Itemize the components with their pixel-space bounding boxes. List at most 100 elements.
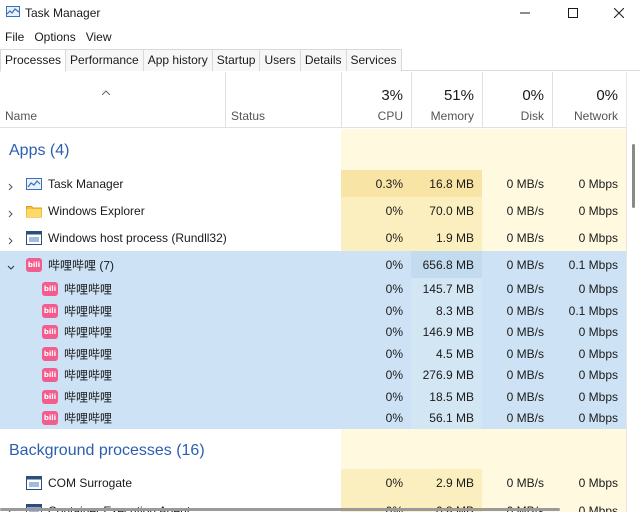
cpu-total-percent: 3% (381, 87, 403, 104)
disk-value: 0 MB/s (506, 411, 544, 425)
group-label-apps: Apps (4) (9, 142, 70, 159)
process-name: 哔哩哔哩 (64, 347, 113, 361)
task-manager-icon (26, 177, 42, 191)
column-disk-label: Disk (520, 109, 544, 123)
disk-value: 0 MB/s (506, 282, 544, 296)
menu-file[interactable]: File (0, 28, 29, 46)
tab-processes[interactable]: Processes (0, 49, 67, 72)
disk-value: 0 MB/s (506, 325, 544, 339)
bilibili-icon: bili (42, 389, 58, 404)
network-total-percent: 0% (596, 87, 618, 104)
process-row[interactable]: 0% 2.9 MB 0 MB/s 0 Mbps COM Surrogate (0, 469, 626, 497)
tab-performance[interactable]: Performance (65, 49, 144, 71)
memory-value: 145.7 MB (422, 282, 474, 296)
network-value: 0 Mbps (578, 325, 618, 339)
memory-total-percent: 51% (443, 87, 474, 104)
memory-value: 70.0 MB (429, 203, 474, 218)
process-name: 哔哩哔哩 (64, 411, 113, 426)
disk-value: 0 MB/s (506, 389, 544, 404)
group-label-background: Background processes (16) (9, 442, 205, 459)
network-value: 0 Mbps (578, 476, 618, 490)
bilibili-icon: bili (42, 325, 58, 339)
horizontal-scrollbar[interactable] (0, 506, 626, 512)
chevron-down-icon[interactable] (7, 261, 15, 270)
disk-value: 0 MB/s (506, 476, 544, 490)
process-name: 哔哩哔哩 (64, 368, 113, 383)
tab-app-history[interactable]: App history (142, 49, 213, 71)
bilibili-icon: bili (26, 257, 42, 272)
maximize-button[interactable] (550, 0, 596, 26)
process-table: Apps (4) 0.3% 16.8 MB 0 MB/s 0 Mbps Task… (0, 129, 626, 512)
window-icon (26, 476, 42, 490)
group-header-background[interactable]: Background processes (16) (0, 429, 626, 469)
child-process-row[interactable]: 0% 56.1 MB 0 MB/s 0 Mbps bili 哔哩哔哩 (0, 407, 626, 429)
cpu-value: 0% (385, 389, 403, 404)
menu-bar: File Options View (0, 28, 117, 46)
process-row-selected[interactable]: 0% 656.8 MB 0 MB/s 0.1 Mbps bili 哔哩哔哩 (7… (0, 251, 626, 278)
network-value: 0.1 Mbps (568, 257, 618, 272)
cpu-value: 0% (385, 411, 403, 425)
child-process-row[interactable]: 0% 18.5 MB 0 MB/s 0 Mbps bili 哔哩哔哩 (0, 386, 626, 407)
column-memory[interactable]: 51% Memory (411, 72, 482, 128)
column-memory-label: Memory (430, 109, 474, 123)
tab-startup[interactable]: Startup (211, 49, 261, 71)
window-title: Task Manager (25, 6, 101, 20)
cpu-value: 0% (385, 303, 403, 318)
process-row[interactable]: 0% 70.0 MB 0 MB/s 0 Mbps Windows Explore… (0, 197, 626, 224)
chevron-right-icon[interactable] (7, 234, 15, 244)
disk-total-percent: 0% (522, 87, 544, 104)
tab-services[interactable]: Services (345, 49, 402, 71)
process-row[interactable]: 0% 1.9 MB 0 MB/s 0 Mbps Windows host pro… (0, 224, 626, 251)
process-name: Windows Explorer (48, 203, 145, 218)
memory-value: 2.9 MB (435, 476, 474, 490)
cpu-value: 0% (385, 203, 403, 218)
process-name: 哔哩哔哩 (7) (48, 258, 115, 272)
network-value: 0 Mbps (578, 346, 618, 361)
process-name: 哔哩哔哩 (64, 282, 113, 297)
cpu-value: 0% (385, 325, 403, 339)
tab-users[interactable]: Users (259, 49, 301, 71)
minimize-button[interactable] (502, 0, 548, 26)
network-value: 0 Mbps (578, 368, 618, 382)
memory-value: 18.5 MB (429, 389, 474, 404)
maximize-icon (568, 8, 578, 18)
task-manager-app-icon (6, 6, 20, 17)
column-cpu[interactable]: 3% CPU (341, 72, 411, 128)
child-process-row[interactable]: 0% 4.5 MB 0 MB/s 0 Mbps bili 哔哩哔哩 (0, 343, 626, 364)
chevron-right-icon[interactable] (7, 207, 15, 217)
close-icon (614, 8, 624, 18)
network-value: 0 Mbps (578, 389, 618, 404)
column-name[interactable]: Name (5, 109, 37, 123)
process-name: Task Manager (48, 176, 124, 191)
bilibili-icon: bili (42, 303, 58, 318)
vertical-scrollbar[interactable] (626, 72, 640, 512)
network-value: 0 Mbps (578, 230, 618, 245)
network-value: 0 Mbps (578, 176, 618, 191)
memory-value: 8.3 MB (435, 303, 474, 318)
network-value: 0 Mbps (578, 203, 618, 218)
memory-value: 16.8 MB (429, 176, 474, 191)
menu-view[interactable]: View (81, 28, 117, 46)
chevron-right-icon[interactable] (7, 180, 15, 190)
tab-details[interactable]: Details (299, 49, 347, 71)
menu-options[interactable]: Options (29, 28, 80, 46)
column-network[interactable]: 0% Network (552, 72, 626, 128)
memory-value: 1.9 MB (435, 230, 474, 245)
child-process-row[interactable]: 0% 276.9 MB 0 MB/s 0 Mbps bili 哔哩哔哩 (0, 364, 626, 386)
child-process-row[interactable]: 0% 8.3 MB 0 MB/s 0.1 Mbps bili 哔哩哔哩 (0, 300, 626, 321)
column-status-label: Status (231, 109, 266, 123)
folder-icon (26, 204, 42, 218)
memory-value: 56.1 MB (429, 411, 474, 425)
disk-value: 0 MB/s (506, 303, 544, 318)
horizontal-scrollbar-thumb[interactable] (0, 508, 560, 511)
column-disk[interactable]: 0% Disk (482, 72, 552, 128)
child-process-row[interactable]: 0% 145.7 MB 0 MB/s 0 Mbps bili 哔哩哔哩 (0, 278, 626, 300)
group-header-apps[interactable]: Apps (4) (0, 129, 626, 170)
vertical-scrollbar-thumb[interactable] (632, 144, 635, 208)
child-process-row[interactable]: 0% 146.9 MB 0 MB/s 0 Mbps bili 哔哩哔哩 (0, 321, 626, 343)
column-status[interactable]: Status (225, 72, 341, 128)
bilibili-icon: bili (42, 346, 58, 361)
process-row[interactable]: 0.3% 16.8 MB 0 MB/s 0 Mbps Task Manager (0, 170, 626, 197)
close-button[interactable] (596, 0, 640, 26)
network-value: 0 Mbps (578, 282, 618, 296)
